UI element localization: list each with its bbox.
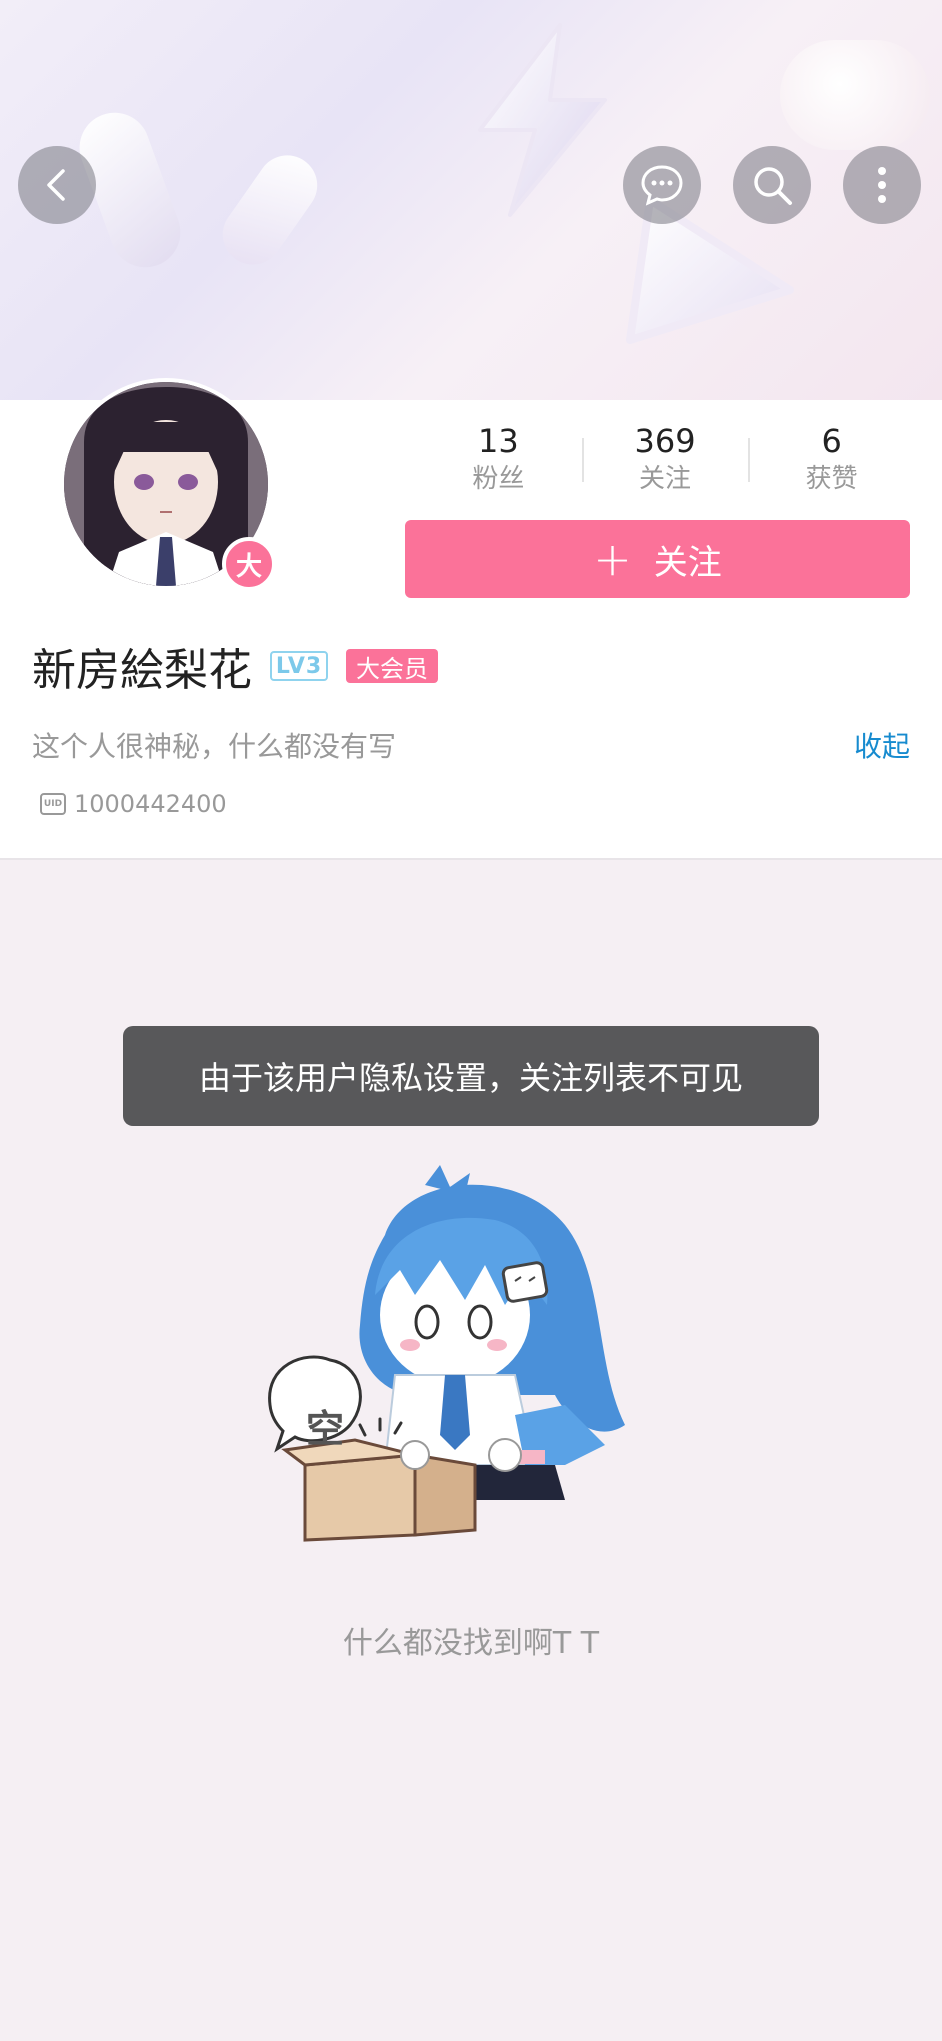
profile-banner <box>0 0 942 400</box>
chevron-left-icon <box>47 169 65 201</box>
chat-bubble-icon <box>641 165 683 206</box>
back-button[interactable] <box>18 146 96 224</box>
more-vertical-icon <box>878 167 886 203</box>
vip-tag[interactable]: 大会员 <box>346 649 438 683</box>
empty-bubble-text: 空 <box>305 1407 344 1451</box>
stat-label: 获赞 <box>805 464 858 494</box>
message-button[interactable] <box>623 146 701 224</box>
bio-text: 这个人很神秘，什么都没有写 <box>32 730 397 763</box>
collapse-link[interactable]: 收起 <box>854 725 910 765</box>
search-icon <box>754 167 792 205</box>
profile-card: 大 13 粉丝 369 关注 6 获赞 + 关注 新房絵梨花 LV3 大会员 这… <box>0 378 942 860</box>
level-badge[interactable]: LV3 <box>270 651 328 681</box>
banner-decoration <box>211 143 329 277</box>
vip-badge: 大 <box>222 537 276 591</box>
uid-value: 1000442400 <box>74 790 227 818</box>
search-button[interactable] <box>733 146 811 224</box>
uid-icon: UID <box>40 793 66 815</box>
plus-icon: + <box>593 532 632 586</box>
follow-button-label: 关注 <box>653 542 722 583</box>
empty-state-illustration <box>268 1165 625 1542</box>
username: 新房絵梨花 <box>32 645 252 696</box>
name-row: 新房絵梨花 LV3 大会员 <box>32 638 438 696</box>
stat-fans[interactable]: 13 粉丝 <box>415 420 582 500</box>
toast-text: 由于该用户隐私设置，关注列表不可见 <box>198 1059 743 1097</box>
stat-label: 粉丝 <box>472 464 525 494</box>
stat-value: 369 <box>634 422 696 460</box>
uid-row[interactable]: UID 1000442400 <box>40 790 227 818</box>
stat-label: 关注 <box>639 464 692 494</box>
stats-row: 13 粉丝 369 关注 6 获赞 <box>415 420 915 500</box>
empty-state-message: 什么都没找到啊T T <box>342 1626 600 1661</box>
vip-badge-text: 大 <box>235 551 262 582</box>
banner-decoration <box>780 40 930 150</box>
more-options-button[interactable] <box>843 146 921 224</box>
stat-value: 13 <box>477 422 519 460</box>
privacy-toast: 由于该用户隐私设置，关注列表不可见 <box>123 1026 819 1126</box>
stat-following[interactable]: 369 关注 <box>581 420 749 500</box>
stat-likes[interactable]: 6 获赞 <box>748 420 915 500</box>
stat-value: 6 <box>821 422 842 460</box>
follow-button[interactable]: + 关注 <box>405 520 910 598</box>
